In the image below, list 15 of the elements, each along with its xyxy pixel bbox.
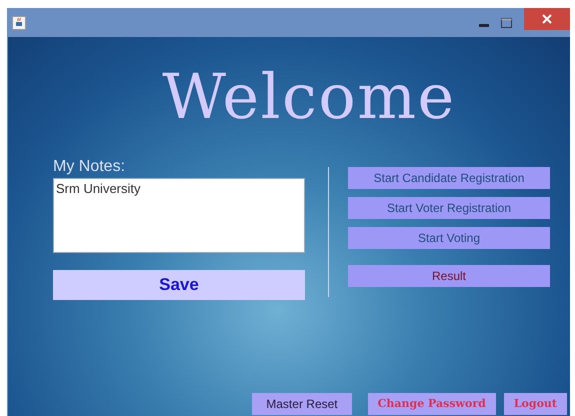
- action-button[interactable]: Start Voter Registration: [348, 197, 550, 219]
- notes-label: My Notes:: [53, 157, 126, 177]
- maximize-icon[interactable]: [501, 18, 512, 28]
- action-button[interactable]: Start Voting: [348, 227, 550, 249]
- footer-button[interactable]: Change Password: [368, 393, 496, 415]
- close-icon: [542, 14, 552, 24]
- welcome-heading: Welcome: [162, 66, 456, 128]
- notes-field[interactable]: Srm University: [53, 178, 305, 253]
- save-button[interactable]: Save: [53, 270, 305, 300]
- footer-button[interactable]: Logout: [504, 393, 567, 415]
- close-button[interactable]: [524, 8, 570, 30]
- cup-icon: [12, 16, 26, 30]
- action-button[interactable]: Result: [348, 265, 550, 287]
- footer-button[interactable]: Master Reset: [252, 393, 352, 415]
- action-button[interactable]: Start Candidate Registration: [348, 167, 550, 189]
